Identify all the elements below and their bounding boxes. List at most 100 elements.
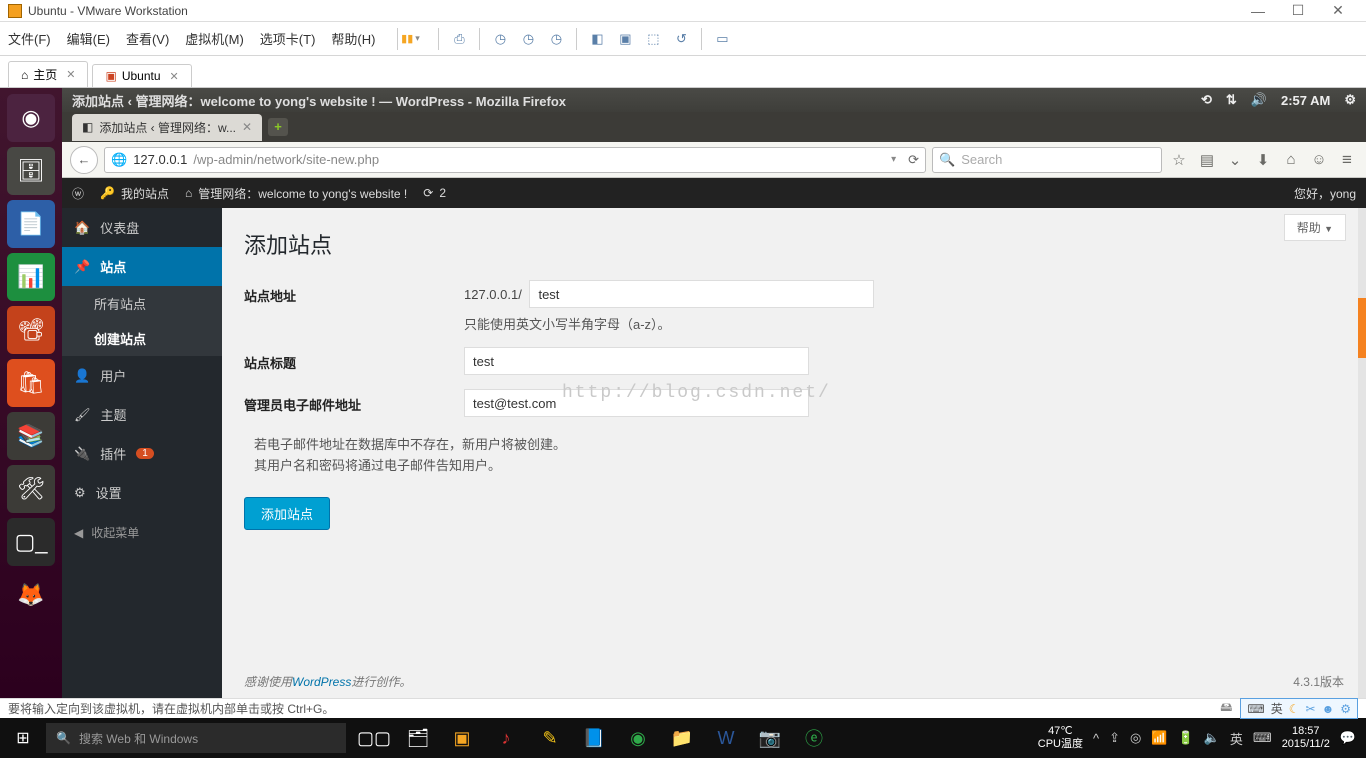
close-icon[interactable]: ✕	[242, 120, 252, 134]
terminal-icon[interactable]: ▢_	[7, 518, 55, 566]
ime-icon[interactable]: 英	[1230, 729, 1243, 748]
pause-icon[interactable]: ▮▮▾	[407, 28, 429, 50]
keyboard-icon[interactable]: ⌨	[1253, 730, 1272, 746]
scrollbar-track[interactable]	[1358, 208, 1366, 698]
sync-icon[interactable]: ⟲	[1201, 92, 1212, 108]
notifications-icon[interactable]: 💬	[1340, 730, 1356, 746]
volume-icon[interactable]: 🔈	[1204, 730, 1220, 746]
taskbar-app-folder[interactable]: 📁	[660, 718, 704, 758]
menu-edit[interactable]: 编辑(E)	[67, 29, 110, 48]
menu-vm[interactable]: 虚拟机(M)	[185, 29, 244, 48]
site-address-input[interactable]	[529, 280, 874, 308]
sidebar-sub-all-sites[interactable]: 所有站点	[62, 286, 222, 321]
wordpress-link[interactable]: WordPress	[292, 675, 351, 689]
close-icon[interactable]: ✕	[66, 68, 75, 81]
taskbar-app-chrome[interactable]: ◉	[616, 718, 660, 758]
home-icon[interactable]: ⌂	[1280, 151, 1302, 168]
downloads-icon[interactable]: ⬇	[1252, 151, 1274, 169]
taskbar-app-notes[interactable]: ✎	[528, 718, 572, 758]
taskbar-app-wps[interactable]: 📘	[572, 718, 616, 758]
menu-view[interactable]: 查看(V)	[126, 29, 169, 48]
maximize-button[interactable]: ☐	[1278, 2, 1318, 19]
view2-icon[interactable]: ▣	[614, 28, 636, 50]
snapshot-icon[interactable]: ⎙	[448, 28, 470, 50]
files-icon[interactable]: 🗄	[7, 147, 55, 195]
clock-indicator[interactable]: 2:57 AM	[1281, 93, 1330, 108]
back-button[interactable]: ←	[70, 146, 98, 174]
sidebar-collapse[interactable]: ◀收起菜单	[62, 512, 222, 553]
close-icon[interactable]: ✕	[170, 70, 179, 83]
dash-icon[interactable]: ◉	[7, 94, 55, 142]
location-icon[interactable]: ◎	[1130, 730, 1141, 746]
clock3-icon[interactable]: ◷	[545, 28, 567, 50]
wp-logo[interactable]: ⓦ	[72, 185, 84, 202]
minimize-button[interactable]: —	[1238, 3, 1278, 19]
software-center-icon[interactable]: 🛍	[7, 359, 55, 407]
task-view-icon[interactable]: ▢▢	[352, 718, 396, 758]
help-tab[interactable]: 帮助 ▼	[1284, 214, 1346, 241]
chat-icon[interactable]: ☺	[1308, 151, 1330, 168]
firefox-dock-icon[interactable]: 🦊	[7, 571, 55, 619]
reload-icon[interactable]: ⟳	[908, 152, 919, 168]
sidebar-item-users[interactable]: 👤用户	[62, 356, 222, 395]
view1-icon[interactable]: ◧	[586, 28, 608, 50]
gear-icon[interactable]: ⚙	[1344, 92, 1356, 108]
writer-icon[interactable]: 📄	[7, 200, 55, 248]
clock1-icon[interactable]: ◷	[489, 28, 511, 50]
vm-tab-home[interactable]: ⌂ 主页 ✕	[8, 61, 88, 87]
sidebar-item-sites[interactable]: 📌站点	[62, 247, 222, 286]
sidebar-item-plugins[interactable]: 🔌插件1	[62, 434, 222, 473]
menu-help[interactable]: 帮助(H)	[331, 29, 375, 48]
wifi-icon[interactable]: 📶	[1151, 730, 1167, 746]
tray-expand-icon[interactable]: ^	[1093, 731, 1099, 746]
taskbar-app-camera[interactable]: 📷	[748, 718, 792, 758]
cycle-icon[interactable]: ↺	[670, 28, 692, 50]
sidebar-item-themes[interactable]: 🖌主题	[62, 395, 222, 434]
sidebar-item-settings[interactable]: ⚙设置	[62, 473, 222, 512]
settings-tool-icon[interactable]: 🛠	[7, 465, 55, 513]
network-icon[interactable]: ⇅	[1226, 92, 1237, 108]
vm-tab-ubuntu[interactable]: ▣ Ubuntu ✕	[92, 64, 191, 87]
chevron-down-icon[interactable]: ▾	[891, 154, 896, 165]
network-link[interactable]: ⌂管理网络：welcome to yong's website !	[185, 185, 407, 202]
bookmarks-icon[interactable]: ▤	[1196, 151, 1218, 169]
volume-icon[interactable]: 🔊	[1251, 92, 1267, 108]
pocket-icon[interactable]: ⌄	[1224, 151, 1246, 169]
scrollbar-thumb[interactable]	[1358, 298, 1366, 358]
vm-device-icon[interactable]: 🖴	[1220, 698, 1232, 719]
taskbar-app-ie[interactable]: ⓔ	[792, 718, 836, 758]
star-icon[interactable]: ☆	[1168, 151, 1190, 169]
calc-icon[interactable]: 📊	[7, 253, 55, 301]
sidebar-sub-new-site[interactable]: 创建站点	[62, 321, 222, 356]
usb-icon[interactable]: ⇪	[1109, 730, 1120, 746]
taskbar-app-word[interactable]: W	[704, 718, 748, 758]
books-icon[interactable]: 📚	[7, 412, 55, 460]
updates-count[interactable]: ⟳2	[423, 186, 446, 200]
battery-icon[interactable]: 🔋	[1178, 730, 1194, 746]
greeting[interactable]: 您好，yong	[1294, 185, 1356, 202]
my-sites[interactable]: 🔑我的站点	[100, 185, 169, 202]
new-tab-button[interactable]: +	[268, 118, 288, 136]
cortana-search[interactable]: 🔍 搜索 Web 和 Windows	[46, 723, 346, 753]
taskbar-clock[interactable]: 18:57 2015/11/2	[1282, 725, 1330, 751]
admin-email-input[interactable]	[464, 389, 809, 417]
url-bar[interactable]: 🌐 127.0.0.1/wp-admin/network/site-new.ph…	[104, 147, 926, 173]
fullscreen-icon[interactable]: ▭	[711, 28, 733, 50]
menu-file[interactable]: 文件(F)	[8, 29, 51, 48]
hamburger-icon[interactable]: ≡	[1336, 150, 1358, 170]
taskbar-app-vmware[interactable]: ▣	[440, 718, 484, 758]
unity-icon[interactable]: ⬚	[642, 28, 664, 50]
search-bar[interactable]: 🔍 Search	[932, 147, 1162, 173]
start-button[interactable]: ⊞	[0, 718, 46, 758]
add-site-button[interactable]: 添加站点	[244, 497, 330, 530]
close-button[interactable]: ✕	[1318, 2, 1358, 19]
sidebar-item-dashboard[interactable]: 🏠仪表盘	[62, 208, 222, 247]
site-title-input[interactable]	[464, 347, 809, 375]
menu-tab[interactable]: 选项卡(T)	[260, 29, 316, 48]
cpu-temp[interactable]: 47℃ CPU温度	[1038, 725, 1083, 751]
ime-indicator-bar[interactable]: ⌨ 英 ☾ ✂ ☻ ⚙	[1240, 698, 1358, 719]
taskbar-app-music[interactable]: ♪	[484, 718, 528, 758]
impress-icon[interactable]: 📽	[7, 306, 55, 354]
taskbar-app-explorer[interactable]: 🗂	[396, 718, 440, 758]
firefox-tab[interactable]: ◧ 添加站点 ‹ 管理网络：w... ✕	[72, 114, 262, 141]
